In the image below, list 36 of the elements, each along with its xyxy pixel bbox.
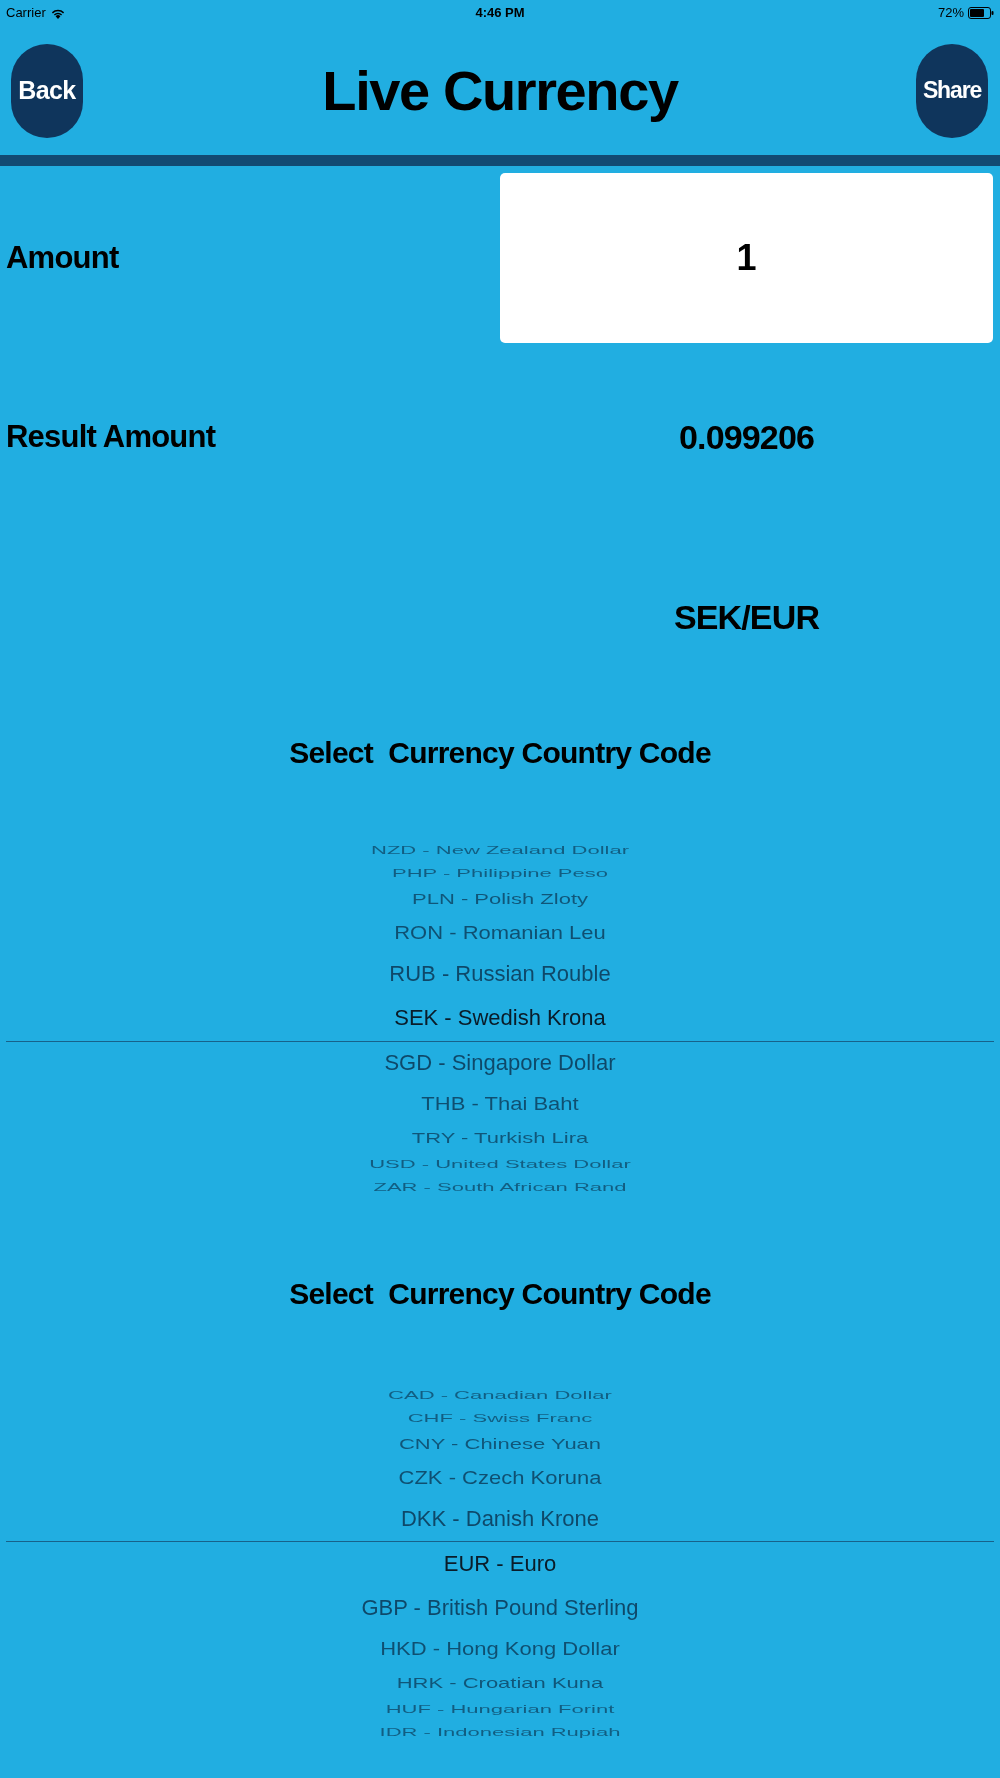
currency-option[interactable]: SEK - Swedish Krona — [394, 1005, 606, 1031]
currency-option[interactable]: ZAR - South African Rand — [373, 1180, 627, 1194]
currency-option[interactable]: HUF - Hungarian Forint — [385, 1702, 615, 1716]
currency-option[interactable]: IDR - Indonesian Rupiah — [379, 1725, 621, 1739]
battery-percent: 72% — [937, 4, 964, 23]
currency-option[interactable]: CNY - Chinese Yuan — [398, 1435, 602, 1453]
currency-option[interactable]: DKK - Danish Krone — [400, 1506, 600, 1532]
picker-title: Select Currency Country Code — [289, 1275, 711, 1312]
back-button[interactable]: Back — [11, 43, 83, 138]
currency-option[interactable]: PHP - Philippine Peso — [391, 866, 608, 880]
amount-input[interactable]: 1 — [500, 173, 993, 343]
currency-option[interactable]: CHF - Swiss Franc — [407, 1411, 593, 1425]
result-value: 0.099206 — [679, 416, 814, 458]
carrier-label: Carrier — [6, 4, 46, 23]
currency-option[interactable]: HRK - Croatian Kuna — [396, 1674, 604, 1692]
currency-option[interactable]: GBP - British Pound Sterling — [361, 1595, 639, 1621]
amount-label: Amount — [6, 238, 119, 277]
currency-option[interactable]: EUR - Euro — [443, 1551, 557, 1578]
currency-option[interactable]: RUB - Russian Rouble — [389, 961, 611, 987]
currency-option[interactable]: PLN - Polish Zloty — [411, 890, 589, 908]
currency-option[interactable]: SGD - Singapore Dollar — [384, 1050, 616, 1076]
picker-title: Select Currency Country Code — [289, 734, 711, 771]
wifi-icon — [50, 7, 65, 19]
share-button[interactable]: Share — [916, 43, 988, 138]
currency-option[interactable]: RON - Romanian Leu — [394, 922, 606, 945]
time-label: 4:46 PM — [475, 4, 525, 23]
currency-option[interactable]: CAD - Canadian Dollar — [388, 1388, 612, 1402]
currency-option[interactable]: TRY - Turkish Lira — [411, 1129, 589, 1147]
currency-pair: SEK/EUR — [673, 596, 820, 638]
currency-option[interactable]: CZK - Czech Koruna — [398, 1467, 602, 1490]
currency-option[interactable]: HKD - Hong Kong Dollar — [380, 1637, 620, 1660]
currency-option[interactable]: THB - Thai Baht — [421, 1092, 579, 1115]
result-label: Result Amount — [6, 418, 216, 454]
currency-option[interactable]: NZD - New Zealand Dollar — [371, 843, 629, 857]
currency-option[interactable]: USD - United States Dollar — [369, 1157, 631, 1171]
battery-icon — [968, 7, 994, 19]
